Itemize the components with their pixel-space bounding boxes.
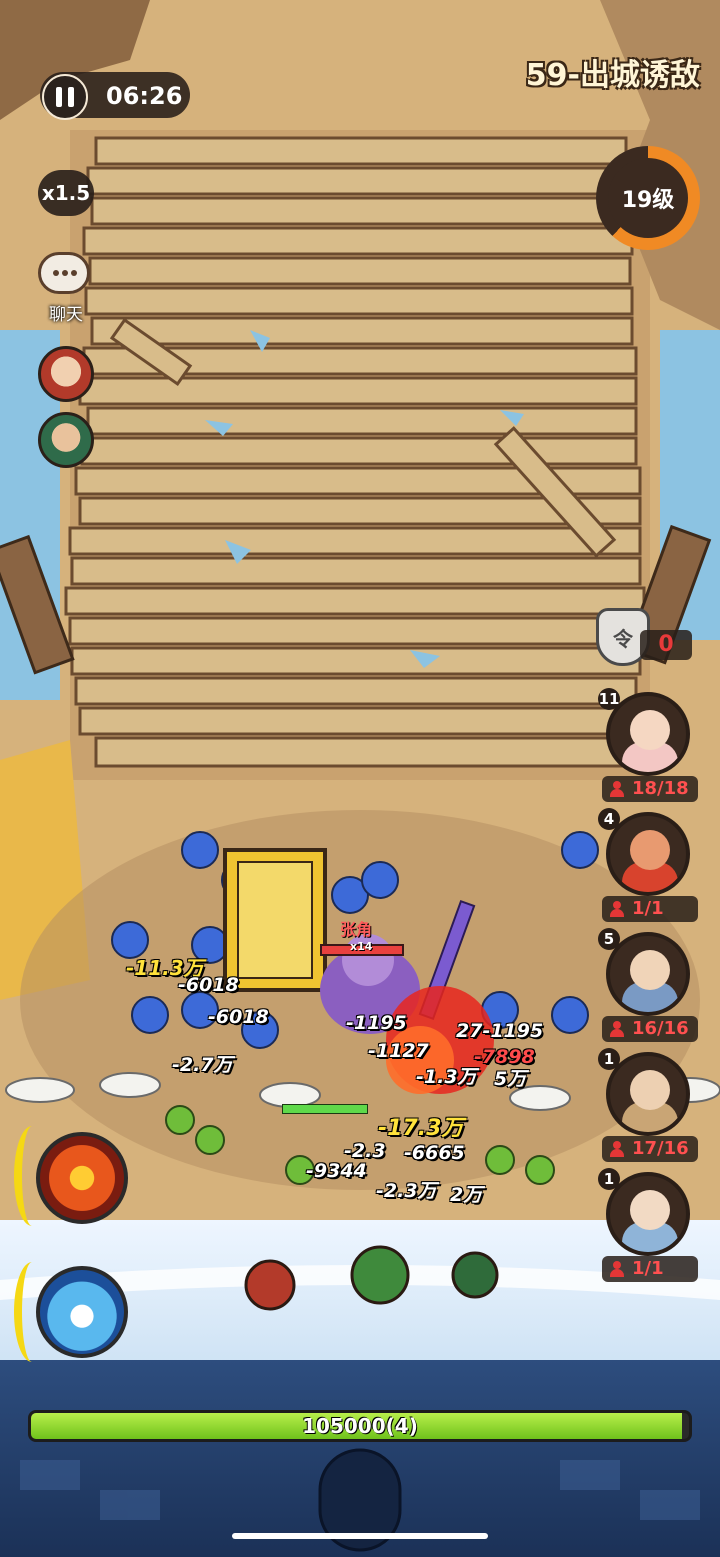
player-level-ring[interactable]: 19级 bbox=[596, 146, 700, 250]
unit-card[interactable]: 4 1/1 bbox=[598, 808, 700, 928]
chat-label: 聊天 bbox=[49, 305, 83, 325]
battle-timer: 06:26 bbox=[106, 82, 183, 110]
player-level: 19级 bbox=[608, 158, 688, 238]
damage-number: -6018 bbox=[178, 974, 239, 996]
unit-portrait bbox=[606, 1172, 690, 1256]
unit-card[interactable]: 1 1/1 bbox=[598, 1168, 700, 1288]
boss-name: 张角 bbox=[340, 920, 373, 939]
wave-skill-button[interactable] bbox=[36, 1266, 128, 1358]
damage-number: 5万 bbox=[494, 1068, 527, 1090]
unit-level: 1 bbox=[598, 1048, 620, 1070]
pause-button[interactable] bbox=[42, 74, 88, 120]
person-icon bbox=[610, 901, 624, 917]
meteor-skill-button[interactable] bbox=[36, 1132, 128, 1224]
speed-toggle-button[interactable]: x1.5 bbox=[38, 170, 94, 216]
damage-number: -2.7万 bbox=[172, 1054, 233, 1076]
unit-portrait bbox=[606, 812, 690, 896]
unit-card[interactable]: 11 18/18 bbox=[598, 688, 700, 808]
base-health-bar: 105000(4) bbox=[28, 1410, 692, 1442]
bridge-planks bbox=[64, 136, 646, 768]
damage-number: -6018 bbox=[208, 1006, 269, 1028]
home-indicator[interactable] bbox=[232, 1533, 488, 1539]
boss-stack-count: x14 bbox=[350, 940, 373, 953]
damage-number: -1.3万 bbox=[416, 1066, 477, 1088]
damage-number: -1127 bbox=[368, 1040, 429, 1062]
unit-troop-count: 1/1 bbox=[602, 896, 698, 922]
unit-level: 4 bbox=[598, 808, 620, 830]
damage-number: 2万 bbox=[450, 1184, 483, 1206]
damage-number: -6665 bbox=[404, 1142, 465, 1164]
unit-troop-count: 1/1 bbox=[602, 1256, 698, 1282]
chat-button[interactable]: 聊天 bbox=[34, 248, 98, 328]
unit-level: 1 bbox=[598, 1168, 620, 1190]
damage-number: 27-1195 bbox=[456, 1020, 544, 1042]
unit-troop-count: 18/18 bbox=[602, 776, 698, 802]
damage-number: -2.3万 bbox=[376, 1180, 437, 1202]
unit-troop-count: 16/16 bbox=[602, 1016, 698, 1042]
person-icon bbox=[610, 1261, 624, 1277]
unit-card[interactable]: 5 16/16 bbox=[598, 928, 700, 1048]
unit-level: 5 bbox=[598, 928, 620, 950]
damage-number: -1195 bbox=[346, 1012, 407, 1034]
damage-number: -17.3万 bbox=[378, 1116, 464, 1141]
damage-number: -2.3 bbox=[344, 1140, 386, 1162]
person-icon bbox=[610, 1141, 624, 1157]
unit-portrait bbox=[606, 932, 690, 1016]
person-icon bbox=[610, 781, 624, 797]
person-icon bbox=[610, 1021, 624, 1037]
stage-title: 59-出城诱敌 bbox=[525, 58, 700, 93]
unit-troop-count: 17/16 bbox=[602, 1136, 698, 1162]
hero-avatar-elder[interactable] bbox=[38, 346, 94, 402]
unit-level: 11 bbox=[598, 688, 620, 710]
command-token[interactable]: 令 0 bbox=[596, 608, 696, 666]
base-health-text: 105000(4) bbox=[302, 1414, 418, 1438]
command-token-count: 0 bbox=[640, 630, 692, 660]
unit-card[interactable]: 1 17/16 bbox=[598, 1048, 700, 1168]
ally-health-bar bbox=[282, 1104, 368, 1114]
chat-bubble-icon bbox=[38, 252, 90, 294]
damage-number: -9344 bbox=[306, 1160, 367, 1182]
unit-portrait bbox=[606, 1052, 690, 1136]
hero-avatar-warrior[interactable] bbox=[38, 412, 94, 468]
